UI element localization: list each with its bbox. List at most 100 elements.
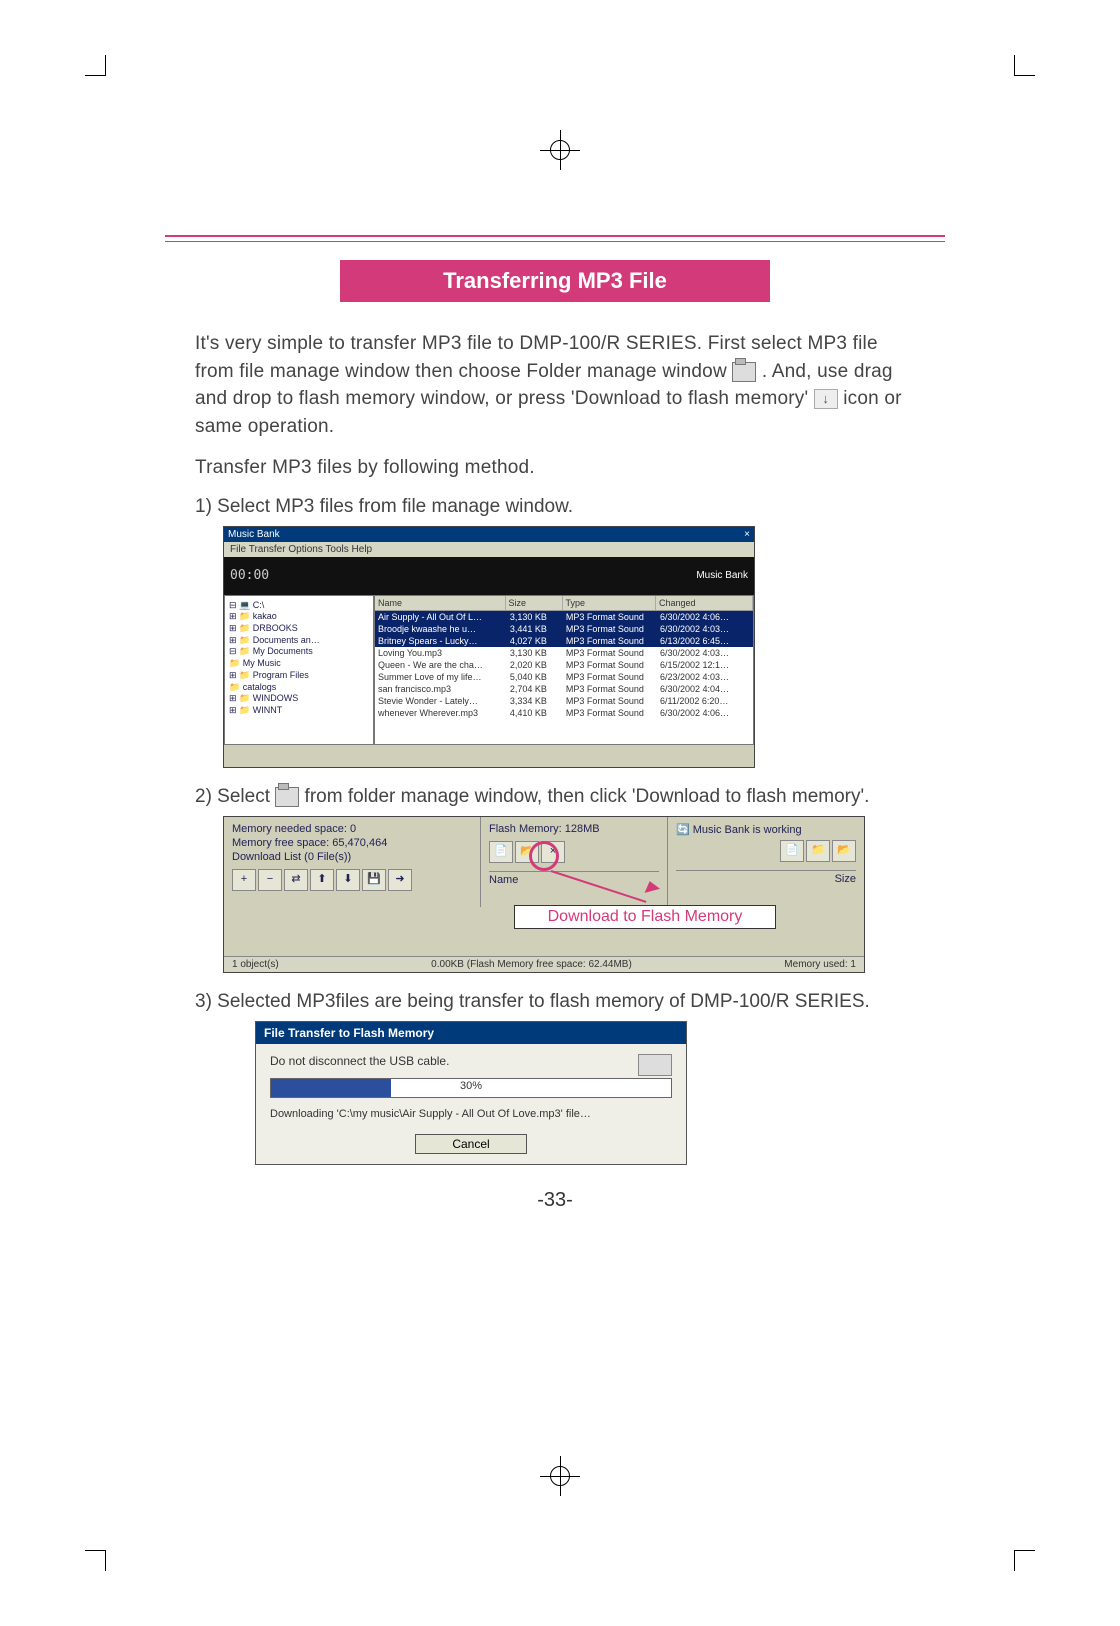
crop-mark	[85, 55, 106, 76]
cell-changed: 6/23/2002 4:03…	[657, 672, 753, 682]
music-bank-status-panel: 🔄 Music Bank is working 📄 📁 📂 Size	[667, 817, 864, 907]
music-bank-working-label: 🔄 Music Bank is working	[676, 823, 856, 836]
toolbar-up-button[interactable]: ⬆	[310, 869, 334, 891]
cell-changed: 6/30/2002 4:03…	[657, 648, 753, 658]
cancel-button[interactable]: Cancel	[415, 1134, 527, 1154]
toolbar-remove-button[interactable]: −	[258, 869, 282, 891]
tree-item[interactable]: ⊞ 📁 WINNT	[229, 705, 369, 717]
step-2-text: from folder manage window, then click 'D…	[305, 786, 870, 807]
file-list-row[interactable]: san francisco.mp32,704 KBMP3 Format Soun…	[375, 683, 753, 695]
folder-tree[interactable]: ⊟ 💻 C:\ ⊞ 📁 kakao ⊞ 📁 DRBOOKS ⊞ 📁 Docume…	[224, 595, 374, 745]
tree-item[interactable]: ⊞ 📁 Program Files	[229, 670, 369, 682]
file-list-row[interactable]: Stevie Wonder - Lately…3,334 KBMP3 Forma…	[375, 695, 753, 707]
toolbar-add-button[interactable]: +	[232, 869, 256, 891]
tree-item[interactable]: ⊞ 📁 kakao	[229, 611, 369, 623]
crop-mark	[1014, 1550, 1035, 1571]
memory-free-value: 65,470,464	[332, 837, 387, 849]
file-list-row[interactable]: Britney Spears - Lucky…4,027 KBMP3 Forma…	[375, 635, 753, 647]
cell-size: 3,130 KB	[507, 612, 563, 622]
cell-type: MP3 Format Sound	[563, 684, 657, 694]
cell-name: Air Supply - All Out Of L…	[375, 612, 507, 622]
cell-type: MP3 Format Sound	[563, 708, 657, 718]
cell-type: MP3 Format Sound	[563, 672, 657, 682]
cell-size: 3,441 KB	[507, 624, 563, 634]
col-size[interactable]: Size	[506, 596, 563, 610]
cell-type: MP3 Format Sound	[563, 624, 657, 634]
status-used: Memory used: 1	[784, 959, 856, 970]
cell-size: 4,410 KB	[507, 708, 563, 718]
cell-changed: 6/30/2002 4:04…	[657, 684, 753, 694]
memory-info-panel: Memory needed space: 0 Memory free space…	[224, 817, 481, 907]
cell-changed: 6/13/2002 6:45…	[657, 636, 753, 646]
progress-percent: 30%	[271, 1080, 671, 1092]
memory-free: Memory free space: 65,470,464	[232, 837, 472, 849]
registration-mark	[540, 130, 580, 170]
tree-item[interactable]: ⊟ 📁 My Documents	[229, 646, 369, 658]
flash-memory-title: Flash Memory: 128MB	[489, 823, 659, 835]
menu-bar[interactable]: File Transfer Options Tools Help	[224, 542, 754, 557]
window-close-icon[interactable]: ×	[744, 529, 750, 540]
screenshot-transfer-dialog: File Transfer to Flash Memory Do not dis…	[255, 1021, 687, 1165]
tree-item[interactable]: ⊟ 💻 C:\	[229, 600, 369, 612]
player-bar: 00:00 Music Bank	[224, 557, 754, 595]
tree-item[interactable]: ⊞ 📁 WINDOWS	[229, 693, 369, 705]
horizontal-rule	[165, 241, 945, 242]
cell-name: Summer Love of my life…	[375, 672, 507, 682]
toolbar-transfer-button[interactable]: ➜	[388, 869, 412, 891]
memory-free-label: Memory free space:	[232, 837, 329, 849]
dialog-warning: Do not disconnect the USB cable.	[270, 1054, 672, 1068]
tree-item[interactable]: ⊞ 📁 DRBOOKS	[229, 623, 369, 635]
brand-label: Music Bank	[696, 570, 748, 581]
tree-item[interactable]: 📁 My Music	[229, 658, 369, 670]
download-list-label: Download List (0 File(s))	[232, 851, 472, 863]
tree-item[interactable]: ⊞ 📁 Documents an…	[229, 635, 369, 647]
status-bar: 1 object(s) 0.00KB (Flash Memory free sp…	[224, 956, 864, 972]
panel-icon[interactable]: 📁	[806, 840, 830, 862]
screenshot-file-manager: Music Bank × File Transfer Options Tools…	[223, 526, 755, 768]
file-list-row[interactable]: Broodje kwaashe he u…3,441 KBMP3 Format …	[375, 623, 753, 635]
cell-size: 5,040 KB	[507, 672, 563, 682]
tree-item[interactable]: 📁 catalogs	[229, 682, 369, 694]
window-titlebar: Music Bank ×	[224, 527, 754, 542]
time-display: 00:00	[230, 568, 269, 583]
file-list-row[interactable]: Queen - We are the cha…2,020 KBMP3 Forma…	[375, 659, 753, 671]
crop-mark	[85, 1550, 106, 1571]
col-type[interactable]: Type	[563, 596, 656, 610]
cell-name: Stevie Wonder - Lately…	[375, 696, 507, 706]
col-size: Size	[676, 870, 856, 885]
file-list-row[interactable]: Air Supply - All Out Of L…3,130 KBMP3 Fo…	[375, 611, 753, 623]
window-title: Music Bank	[228, 529, 280, 540]
cell-name: whenever Wherever.mp3	[375, 708, 507, 718]
file-list-header: Name Size Type Changed	[375, 596, 753, 611]
toolbar-down-button[interactable]: ⬇	[336, 869, 360, 891]
cell-changed: 6/11/2002 6:20…	[657, 696, 753, 706]
flash-icon-button[interactable]: 📄	[489, 841, 513, 863]
status-objects: 1 object(s)	[232, 959, 279, 970]
toolbar-save-button[interactable]: 💾	[362, 869, 386, 891]
file-list[interactable]: Name Size Type Changed Air Supply - All …	[374, 595, 754, 745]
panel-icon[interactable]: 📂	[832, 840, 856, 862]
download-arrow-icon: ↓	[814, 389, 838, 409]
file-list-row[interactable]: Loving You.mp33,130 KBMP3 Format Sound6/…	[375, 647, 753, 659]
panel-icon[interactable]: 📄	[780, 840, 804, 862]
toolbar-swap-button[interactable]: ⇄	[284, 869, 308, 891]
memory-needed: Memory needed space: 0	[232, 823, 472, 835]
cell-name: Broodje kwaashe he u…	[375, 624, 507, 634]
intro-paragraph: Transfer MP3 files by following method.	[195, 454, 915, 482]
status-memory: 0.00KB (Flash Memory free space: 62.44MB…	[431, 959, 632, 970]
file-list-row[interactable]: Summer Love of my life…5,040 KBMP3 Forma…	[375, 671, 753, 683]
cell-type: MP3 Format Sound	[563, 636, 657, 646]
flash-memory-panel: Flash Memory: 128MB 📄 📂 × Name	[481, 817, 667, 907]
intro-paragraph: It's very simple to transfer MP3 file to…	[195, 330, 915, 440]
horizontal-rule	[165, 235, 945, 237]
step-1: 1) Select MP3 files from file manage win…	[195, 496, 915, 518]
cell-type: MP3 Format Sound	[563, 648, 657, 658]
col-name[interactable]: Name	[375, 596, 506, 610]
cell-changed: 6/30/2002 4:06…	[657, 708, 753, 718]
registration-mark	[540, 1456, 580, 1496]
cell-changed: 6/30/2002 4:03…	[657, 624, 753, 634]
cell-size: 2,020 KB	[507, 660, 563, 670]
file-list-row[interactable]: whenever Wherever.mp34,410 KBMP3 Format …	[375, 707, 753, 719]
col-changed[interactable]: Changed	[656, 596, 753, 610]
cell-size: 2,704 KB	[507, 684, 563, 694]
